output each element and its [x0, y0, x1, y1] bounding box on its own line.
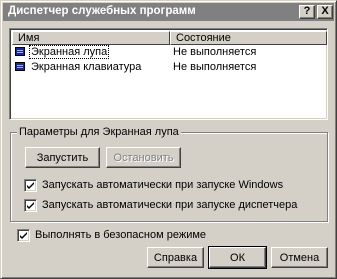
autostart-windows-checkbox[interactable]	[24, 179, 37, 192]
autostart-manager-option[interactable]: Запускать автоматически при запуске дисп…	[24, 199, 314, 213]
program-list[interactable]: Имя Состояние Экранная лупа Не выполняет…	[9, 28, 328, 120]
help-footer-button[interactable]: Справка	[147, 247, 204, 268]
list-item-name: Экранная клавиатура	[31, 61, 142, 73]
column-header-name[interactable]: Имя	[12, 31, 170, 45]
autostart-windows-option[interactable]: Запускать автоматически при запуске Wind…	[24, 179, 314, 193]
list-item-status: Не выполняется	[173, 61, 257, 73]
window-title: Диспетчер служебных программ	[8, 5, 196, 17]
stop-button[interactable]: Остановить	[106, 147, 181, 168]
autostart-manager-checkbox[interactable]	[24, 199, 37, 212]
ok-button[interactable]: ОК	[208, 246, 267, 269]
close-icon: X	[321, 5, 329, 17]
start-button[interactable]: Запустить	[25, 147, 100, 168]
utility-manager-dialog: Диспетчер служебных программ ? X Имя Сос…	[0, 0, 337, 279]
autostart-windows-label: Запускать автоматически при запуске Wind…	[42, 179, 284, 191]
list-item-name: Экранная лупа	[29, 45, 110, 59]
close-button[interactable]: X	[317, 5, 333, 19]
list-header: Имя Состояние	[12, 31, 327, 45]
safe-mode-checkbox[interactable]	[17, 229, 30, 242]
app-window-icon	[15, 47, 25, 56]
safe-mode-label: Выполнять в безопасном режиме	[35, 229, 207, 241]
list-item-onscreen-keyboard[interactable]: Экранная клавиатура Не выполняется	[12, 60, 325, 74]
checkmark-icon	[27, 182, 34, 189]
checkmark-icon	[20, 232, 27, 239]
column-header-status[interactable]: Состояние	[170, 31, 327, 45]
list-item-status: Не выполняется	[173, 46, 257, 58]
checkmark-icon	[27, 202, 34, 209]
list-item-magnifier[interactable]: Экранная лупа Не выполняется	[12, 45, 325, 59]
help-button[interactable]: ?	[299, 5, 315, 19]
autostart-manager-label: Запускать автоматически при запуске дисп…	[42, 199, 298, 211]
help-icon: ?	[303, 5, 311, 17]
options-group: Параметры для Экранная лупа Запустить Ос…	[10, 126, 328, 222]
cancel-button[interactable]: Отмена	[271, 247, 328, 268]
safe-mode-option[interactable]: Выполнять в безопасном режиме	[17, 229, 257, 243]
title-bar: Диспетчер служебных программ ? X	[3, 3, 334, 21]
group-legend: Параметры для Экранная лупа	[17, 126, 181, 138]
app-window-icon	[15, 62, 25, 71]
